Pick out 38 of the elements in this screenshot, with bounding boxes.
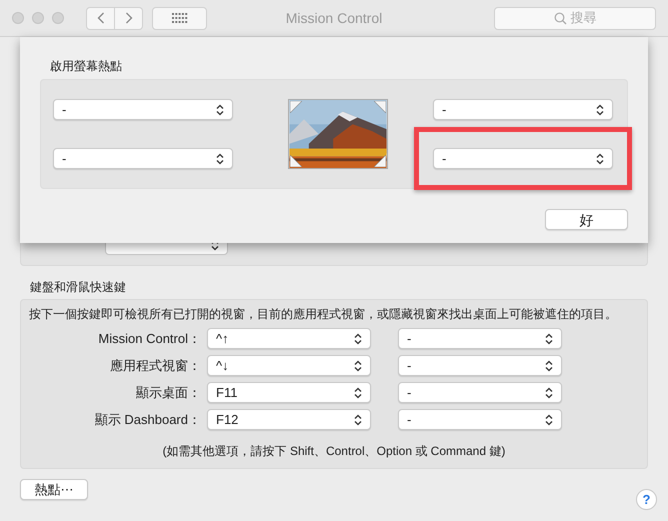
close-button[interactable] xyxy=(12,12,24,24)
corner-marker-icon xyxy=(290,155,302,167)
minimize-button[interactable] xyxy=(32,12,44,24)
back-button[interactable] xyxy=(86,6,115,30)
shortcut-label: Mission Control： xyxy=(97,330,201,348)
section-title: 鍵盤和滑鼠快速鍵 xyxy=(30,279,127,296)
hot-corners-button[interactable]: 熱點⋯ xyxy=(20,479,88,500)
popup-select[interactable]: - xyxy=(433,99,613,120)
window-title: Mission Control xyxy=(286,8,382,28)
forward-button[interactable] xyxy=(115,6,143,30)
popup-select[interactable]: - xyxy=(433,148,613,169)
popup-select[interactable]: - xyxy=(398,355,562,376)
popup-select[interactable]: - xyxy=(398,409,562,430)
popup-select[interactable]: ^↑ xyxy=(207,328,371,349)
grid-icon xyxy=(172,12,188,24)
note-text: (如需其他選項，請按下 Shift、Control、Option 或 Command 鍵) xyxy=(162,443,506,460)
search-icon xyxy=(554,12,566,24)
sheet-title: 啟用螢幕熱點 xyxy=(50,58,123,75)
shortcut-label: 顯示桌面： xyxy=(135,384,201,402)
shortcut-label: 顯示 Dashboard： xyxy=(94,410,201,429)
popup-select[interactable]: - xyxy=(53,148,233,169)
popup-select[interactable]: - xyxy=(398,382,562,403)
zoom-button[interactable] xyxy=(52,12,64,24)
chevron-right-icon xyxy=(124,12,132,24)
chevron-left-icon xyxy=(96,12,104,24)
show-all-button[interactable] xyxy=(152,6,207,30)
corner-marker-icon xyxy=(290,101,302,113)
popup-select[interactable]: F12 xyxy=(207,409,371,430)
corner-marker-icon xyxy=(374,155,386,167)
ok-button[interactable]: 好 xyxy=(545,209,628,230)
description-text: 按下一個按鍵即可檢視所有已打開的視窗，目前的應用程式視窗，或隱藏視窗來找出桌面上可能被遮住的項目。 xyxy=(29,306,618,323)
popup-select[interactable]: - xyxy=(53,99,233,120)
popup-select[interactable]: - xyxy=(398,328,562,349)
popup-select[interactable]: F11 xyxy=(207,382,371,403)
help-button[interactable]: ? xyxy=(636,489,657,510)
corner-marker-icon xyxy=(374,101,386,113)
popup-select[interactable]: ^↓ xyxy=(207,355,371,376)
shortcut-label: 應用程式視窗： xyxy=(109,356,201,375)
